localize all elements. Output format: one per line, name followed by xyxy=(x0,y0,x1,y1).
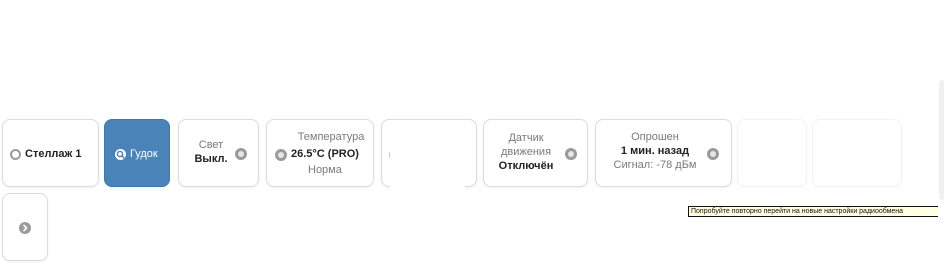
light-value: Выкл. xyxy=(194,153,228,165)
rack-label: Стеллаж 1 xyxy=(25,148,82,160)
status-dot-icon xyxy=(235,148,247,160)
polled-signal: Сигнал: -78 дБм xyxy=(613,159,697,171)
vertical-scrollbar[interactable] xyxy=(938,0,946,264)
next-card[interactable] xyxy=(2,193,48,261)
light-title: Свет xyxy=(198,139,224,151)
temperature-value: 26.5°C (PRO) xyxy=(291,148,359,160)
polled-title: Опрошен xyxy=(631,131,679,143)
tooltip: Попробуйте повторно перейти на новые нас… xyxy=(688,206,946,217)
faded-card-2[interactable] xyxy=(812,119,902,187)
chevron-right-icon xyxy=(19,222,31,234)
search-icon xyxy=(115,148,126,160)
polled-value: 1 мин. назад xyxy=(620,145,690,157)
beep-label: Гудок xyxy=(130,148,158,160)
status-dot-icon xyxy=(565,148,577,160)
rack-card[interactable]: Стеллаж 1 xyxy=(2,119,99,187)
ring-icon xyxy=(10,148,21,160)
polled-card[interactable]: Опрошен 1 мин. назад Сигнал: -78 дБм xyxy=(595,119,732,187)
status-dot-icon xyxy=(275,149,287,161)
occlusion-overlay xyxy=(475,188,935,264)
faded-card-1[interactable] xyxy=(737,119,807,187)
temperature-status: Норма xyxy=(308,164,342,176)
tooltip-text: Попробуйте повторно перейти на новые нас… xyxy=(691,208,904,215)
beep-button[interactable]: Гудок xyxy=(104,119,170,187)
light-card[interactable]: Свет Выкл. xyxy=(178,119,259,187)
temperature-card[interactable]: Температура 26.5°C (PRO) Норма xyxy=(266,119,374,187)
scrollbar-thumb[interactable] xyxy=(939,80,944,200)
motion-value: Отключён xyxy=(498,160,554,172)
temperature-title: Температура xyxy=(297,131,365,143)
motion-title-1: Датчик xyxy=(508,132,544,144)
occlusion-overlay xyxy=(390,136,465,264)
motion-card[interactable]: Датчик движения Отключён xyxy=(483,119,588,187)
motion-title-2: движения xyxy=(500,146,552,158)
status-dot-icon xyxy=(707,148,719,160)
